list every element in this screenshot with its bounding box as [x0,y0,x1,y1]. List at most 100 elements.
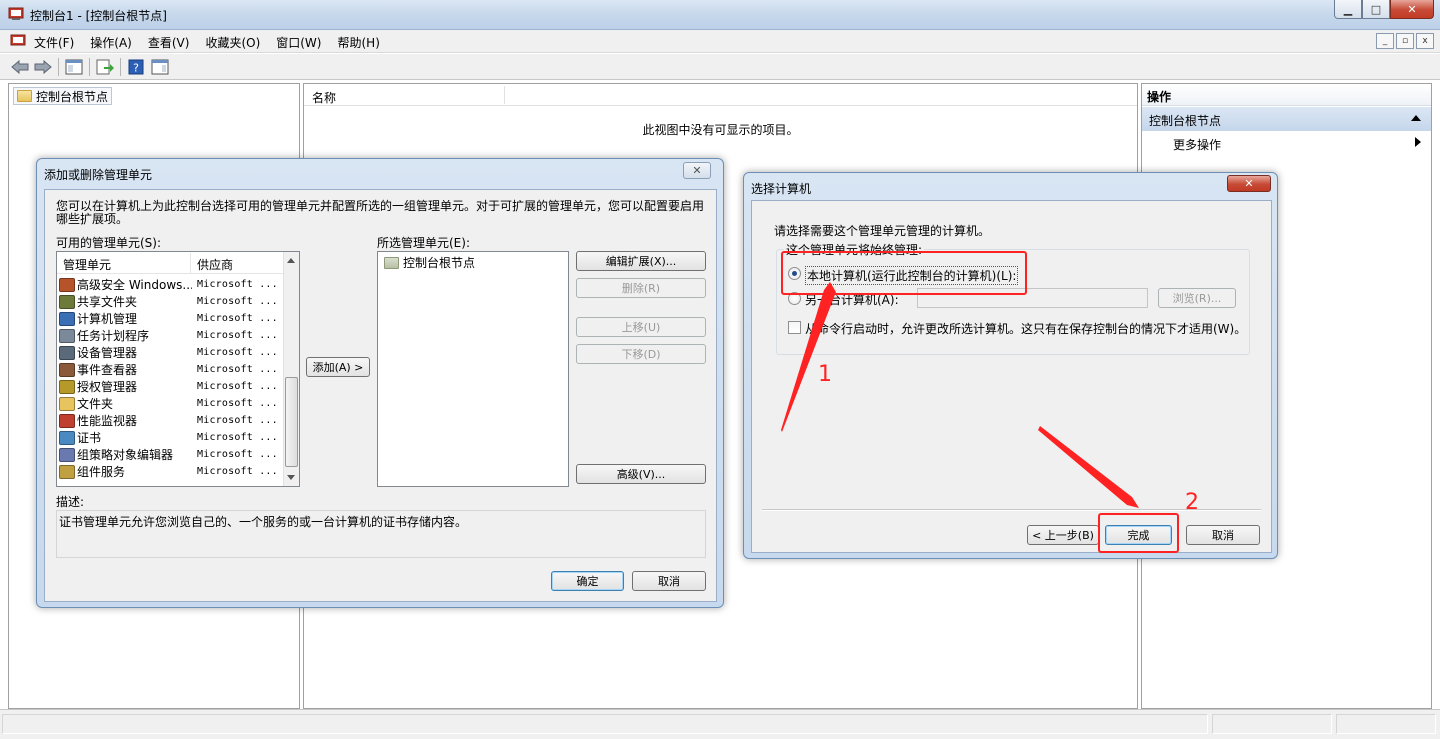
clock-icon [59,328,75,343]
snapin-vendor: Microsoft ... [197,347,278,358]
snapin-name: 设备管理器 [77,346,138,360]
browse-button[interactable]: 浏览(R)... [1158,288,1236,308]
menu-help[interactable]: 帮助(H) [337,34,379,51]
folder-icon [17,90,32,102]
snapin-list-item[interactable]: 组件服务 Microsoft ... [59,463,284,480]
cancel-button[interactable]: 取消 [1186,525,1260,545]
close-icon: ✕ [1407,2,1417,16]
prompt-text: 请选择需要这个管理单元管理的计算机。 [774,224,991,238]
snapin-vendor: Microsoft ... [197,296,278,307]
show-hide-action-pane-button[interactable] [150,57,170,77]
event-icon [59,362,75,377]
action-pane-icon [151,59,169,75]
mmc-main-window: 控制台1 - [控制台根节点] ▁ □ ✕ 文件(F) 操作(A) 查看(V) … [0,0,1440,739]
snapin-name: 计算机管理 [77,312,138,326]
add-remove-snapins-dialog: 添加或删除管理单元 ✕ 您可以在计算机上为此控制台选择可用的管理单元并配置所选的… [36,158,724,608]
snapin-vendor: Microsoft ... [197,313,278,324]
allow-change-label[interactable]: 从命令行启动时，允许更改所选计算机。这只有在保存控制台的情况下才适用(W)。 [805,320,1246,337]
scroll-down-icon[interactable] [287,475,295,480]
show-hide-tree-button[interactable] [64,57,84,77]
snapin-name: 高级安全 Windows... [77,278,192,292]
help-button[interactable]: ? [126,57,146,77]
empty-view-message: 此视图中没有可显示的项目。 [642,123,799,137]
snapin-list-item[interactable]: 组策略对象编辑器 Microsoft ... [59,446,284,463]
help-icon: ? [128,59,144,75]
snapin-list-item[interactable]: 事件查看器 Microsoft ... [59,361,284,378]
collapse-up-icon[interactable] [1411,115,1421,121]
mmc-app-icon [8,7,24,20]
annotation-box-finish [1098,513,1179,553]
minimize-button[interactable]: ▁ [1334,0,1362,19]
svg-text:?: ? [133,62,139,75]
column-vendor[interactable]: 供应商 [197,256,233,273]
forward-button[interactable] [33,57,53,77]
snapin-name: 组策略对象编辑器 [77,448,174,462]
dialog-close-button[interactable]: ✕ [683,162,711,179]
dialog-body: 您可以在计算机上为此控制台选择可用的管理单元并配置所选的一组管理单元。对于可扩展… [44,189,717,602]
child-close-button[interactable]: x [1416,33,1434,49]
actions-section-console-root[interactable]: 控制台根节点 [1142,107,1431,131]
edit-extensions-button[interactable]: 编辑扩展(X)... [576,251,706,271]
menu-view[interactable]: 查看(V) [148,34,190,51]
device-icon [59,345,75,360]
snapin-list-item[interactable]: 共享文件夹 Microsoft ... [59,293,284,310]
selected-snapins-list[interactable]: 控制台根节点 [377,251,569,487]
dialog-close-button[interactable]: ✕ [1227,175,1271,192]
console-tree-icon [65,59,83,75]
snapin-list-item[interactable]: 高级安全 Windows... Microsoft ... [59,276,284,293]
maximize-button[interactable]: □ [1362,0,1390,19]
add-button[interactable]: 添加(A) > [306,357,370,377]
tree-node-label: 控制台根节点 [36,89,109,104]
export-list-button[interactable] [95,57,115,77]
ok-button[interactable]: 确定 [551,571,624,591]
list-header: 管理单元 供应商 [57,252,283,274]
child-restore-button[interactable]: ▫ [1396,33,1414,49]
annotation-step-1: 1 [818,362,832,387]
tree-node-console-root[interactable]: 控制台根节点 [13,87,113,105]
forward-arrow-icon [34,60,52,74]
cancel-button[interactable]: 取消 [632,571,706,591]
column-name[interactable]: 名称 [312,89,336,106]
snapin-list-item[interactable]: 设备管理器 Microsoft ... [59,344,284,361]
move-down-button[interactable]: 下移(D) [576,344,706,364]
annotation-step-2: 2 [1185,490,1199,515]
scroll-up-icon[interactable] [287,258,295,263]
back-arrow-icon [11,60,29,74]
export-list-icon [96,59,114,75]
remove-button[interactable]: 删除(R) [576,278,706,298]
snapin-list-item[interactable]: 文件夹 Microsoft ... [59,395,284,412]
snapin-vendor: Microsoft ... [197,398,278,409]
console-menu-icon[interactable] [10,34,26,48]
menu-favorites[interactable]: 收藏夹(O) [205,34,260,51]
snapin-list-item[interactable]: 性能监视器 Microsoft ... [59,412,284,429]
selected-item[interactable]: 控制台根节点 [384,254,475,271]
close-button[interactable]: ✕ [1390,0,1434,19]
child-minimize-button[interactable]: _ [1376,33,1394,49]
available-snapins-list[interactable]: 管理单元 供应商 高级安全 Windows... Microsoft ... 共享文… [56,251,300,487]
folder-icon [384,256,399,269]
menu-file[interactable]: 文件(F) [34,34,74,51]
menu-window[interactable]: 窗口(W) [276,34,321,51]
back-button[interactable]: < 上一步(B) [1027,525,1099,545]
selected-snapins-label: 所选管理单元(E): [377,236,470,250]
list-scrollbar[interactable] [283,252,299,486]
status-bar [0,709,1440,739]
snapin-list-item[interactable]: 任务计划程序 Microsoft ... [59,327,284,344]
back-button[interactable] [10,57,30,77]
move-up-button[interactable]: 上移(U) [576,317,706,337]
scroll-thumb[interactable] [285,377,298,467]
menu-bar: 文件(F) 操作(A) 查看(V) 收藏夹(O) 窗口(W) 帮助(H) _ ▫… [0,30,1440,53]
column-snapin[interactable]: 管理单元 [63,256,111,273]
allow-change-checkbox[interactable] [788,321,801,334]
snapin-list-item[interactable]: 计算机管理 Microsoft ... [59,310,284,327]
advanced-button[interactable]: 高级(V)... [576,464,706,484]
menu-action[interactable]: 操作(A) [90,34,132,51]
snapin-list-item[interactable]: 证书 Microsoft ... [59,429,284,446]
description-text: 证书管理单元允许您浏览自己的、一个服务的或一台计算机的证书存储内容。 [59,515,468,529]
description-label: 描述: [56,495,85,509]
key-icon [59,379,75,394]
dialog-title: 选择计算机 [751,182,812,196]
maximize-icon: □ [1370,2,1382,16]
more-actions-item[interactable]: 更多操作 [1173,136,1221,153]
snapin-list-item[interactable]: 授权管理器 Microsoft ... [59,378,284,395]
